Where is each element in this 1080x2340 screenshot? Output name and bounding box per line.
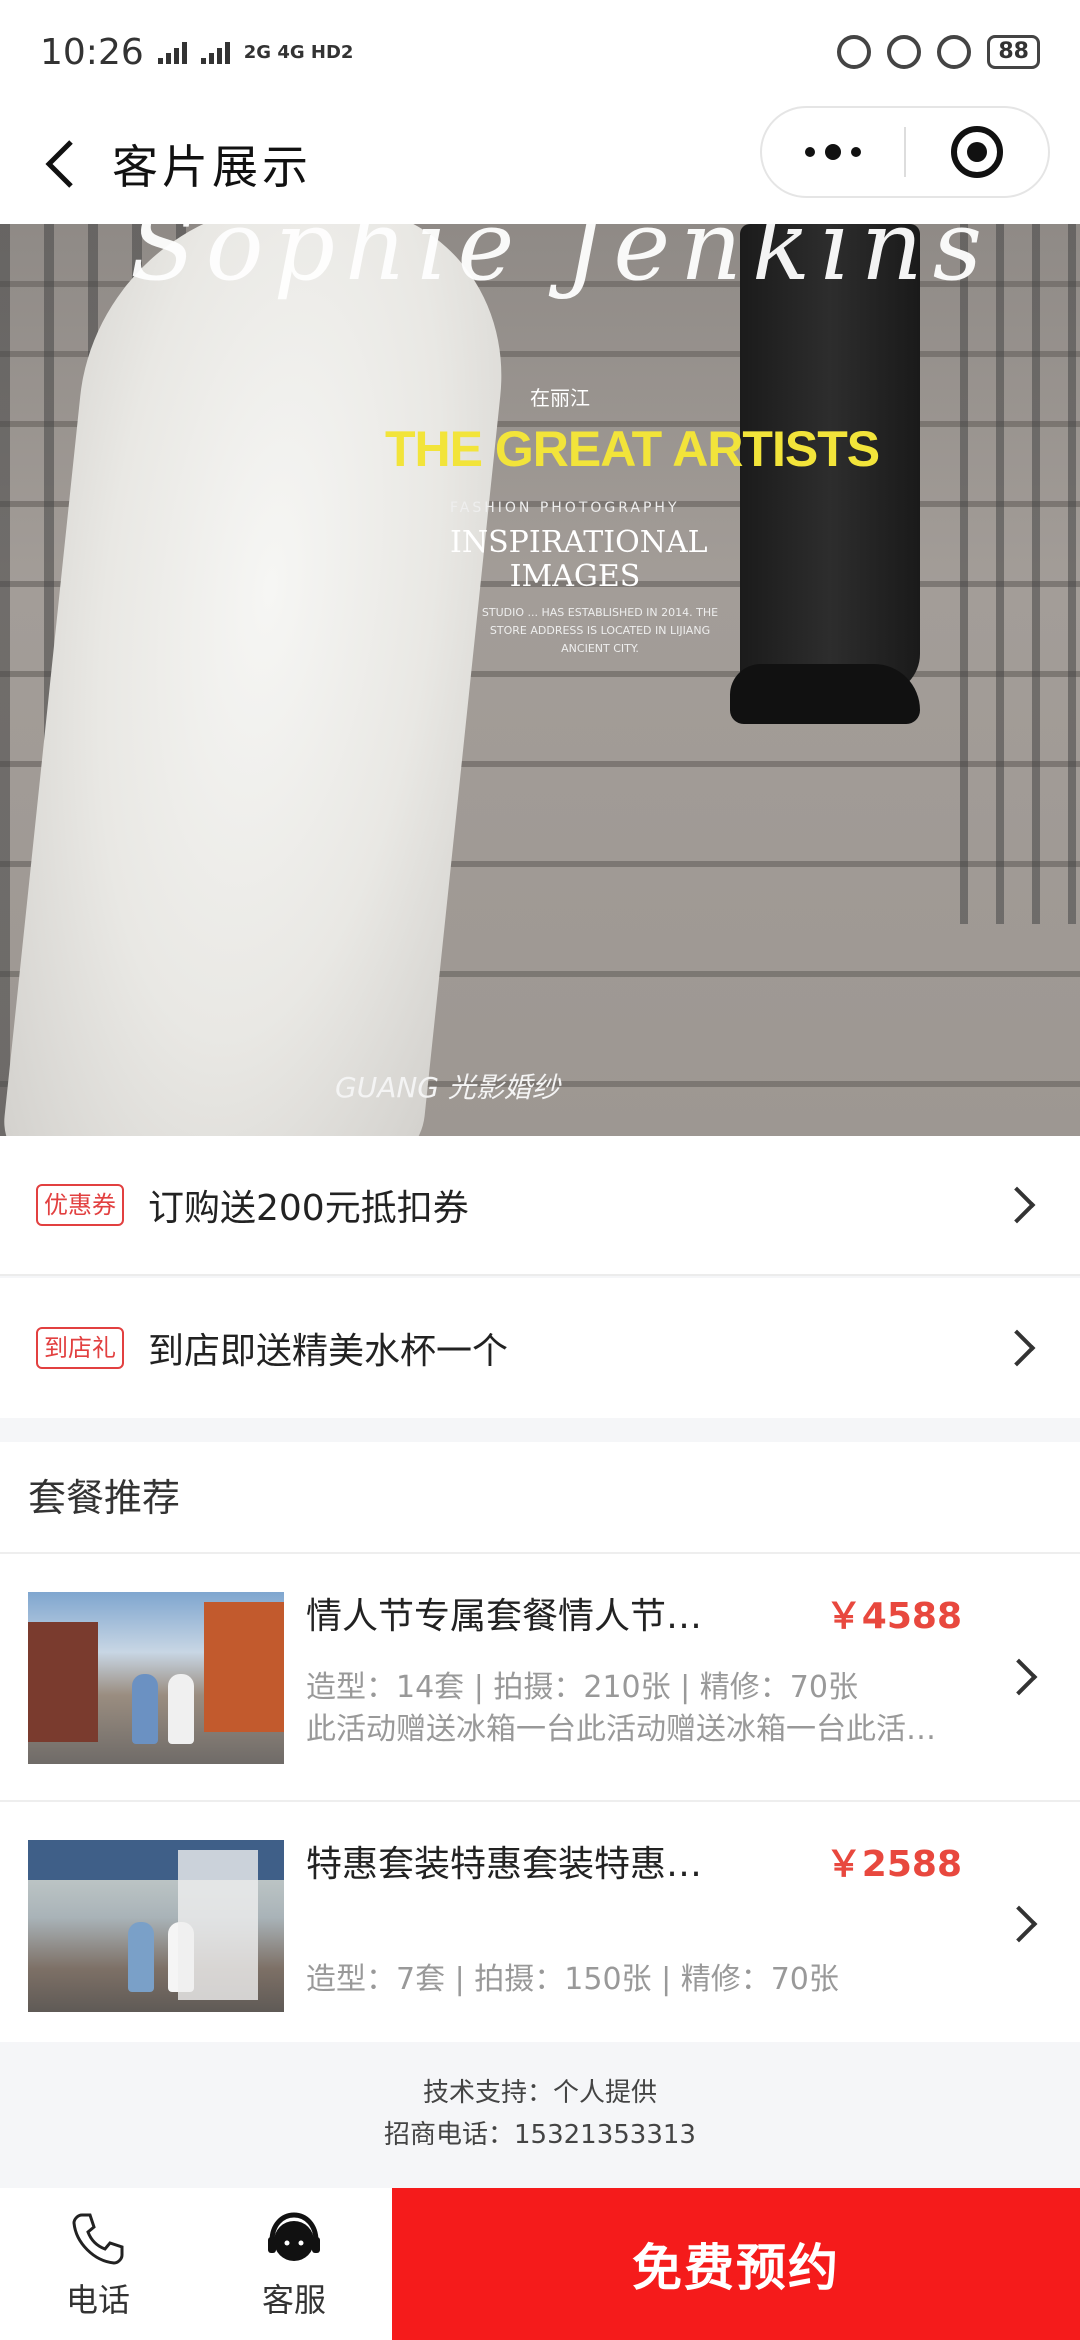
package-item[interactable]: 特惠套装特惠套装特惠套装 ￥2588 造型：7套 | 拍摄：150张 | 精修：… xyxy=(0,1800,1080,2046)
customer-service-button[interactable]: 客服 xyxy=(196,2188,392,2340)
package-thumbnail xyxy=(28,1592,284,1764)
package-price: ￥2588 xyxy=(825,1844,962,1885)
figure-shape xyxy=(168,1674,194,1744)
lock-icon xyxy=(887,35,922,69)
figure-shape xyxy=(132,1674,158,1744)
chevron-right-icon xyxy=(998,1186,1036,1224)
coupon-tag: 优惠券 xyxy=(36,1184,124,1226)
tech-support-text: 技术支持：个人提供 xyxy=(422,2078,657,2108)
service-label: 客服 xyxy=(261,2281,326,2319)
package-desc: 此活动赠送冰箱一台此活动赠送冰箱一台此活动赠送冰箱一台 xyxy=(306,1712,956,1747)
chevron-right-icon xyxy=(998,1329,1036,1367)
gift-tag: 到店礼 xyxy=(36,1327,124,1369)
section-title: 套餐推荐 xyxy=(0,1442,1080,1554)
more-icon[interactable] xyxy=(762,108,904,196)
banner-small-text: STUDIO ... HAS ESTABLISHED IN 2014. THE … xyxy=(481,606,719,655)
phone-button[interactable]: 电话 xyxy=(0,2188,196,2340)
signal-icon xyxy=(157,40,187,64)
alarm-icon xyxy=(937,35,972,69)
package-item[interactable]: 情人节专属套餐情人节专属套餐 ￥4588 造型：14套 | 拍摄：210张 | … xyxy=(0,1554,1080,1800)
package-thumbnail xyxy=(28,1840,284,2012)
status-time: 10:26 xyxy=(40,31,144,73)
close-target-icon[interactable] xyxy=(906,108,1048,196)
free-booking-button[interactable]: 免费预约 xyxy=(392,2188,1080,2340)
page: 10:26 2G 4G HD2 88 客片展示 Sophie Jenkins 在… xyxy=(0,0,1080,2340)
groom-shoe xyxy=(730,664,920,724)
banner-headline: THE GREAT ARTISTS xyxy=(385,421,880,477)
phone-icon xyxy=(72,2213,124,2265)
network-type: 2G 4G HD2 xyxy=(243,41,354,63)
package-name: 情人节专属套餐情人节专属套餐 xyxy=(306,1596,736,1637)
mini-program-capsule xyxy=(760,106,1050,198)
nav-bar: 客片展示 xyxy=(0,104,1080,224)
footer: 技术支持：个人提供 招商电话：15321353313 xyxy=(0,2042,1080,2188)
package-section: 套餐推荐 情人节专属套餐情人节专属套餐 ￥4588 造型：14套 | 拍摄：21… xyxy=(0,1442,1080,2042)
railing-right xyxy=(960,224,1080,924)
business-phone-text[interactable]: 招商电话：15321353313 xyxy=(0,2114,1080,2156)
banner-inspirational: INSPIRATIONAL IMAGES xyxy=(450,525,708,594)
phone-label: 电话 xyxy=(65,2281,130,2319)
page-title: 客片展示 xyxy=(112,140,312,194)
status-bar: 10:26 2G 4G HD2 88 xyxy=(0,0,1080,104)
package-spec: 造型：7套 | 拍摄：150张 | 精修：70张 xyxy=(306,1962,839,1997)
gift-text: 到店即送精美水杯一个 xyxy=(148,1331,509,1372)
figure-shape xyxy=(128,1922,154,1992)
package-name: 特惠套装特惠套装特惠套装 xyxy=(306,1844,736,1885)
banner-location: 在丽江 xyxy=(530,386,590,410)
promo-coupon-row[interactable]: 优惠券 订购送200元抵扣券 xyxy=(0,1136,1080,1276)
headset-icon xyxy=(268,2212,320,2261)
package-price: ￥4588 xyxy=(825,1596,962,1637)
coupon-text: 订购送200元抵扣券 xyxy=(148,1188,469,1229)
figure-shape xyxy=(168,1922,194,1992)
mute-icon xyxy=(837,35,872,69)
bottom-action-bar: 电话 客服 免费预约 xyxy=(0,2188,1080,2340)
banner-script-text: Sophie Jenkins xyxy=(130,224,992,302)
promo-gift-row[interactable]: 到店礼 到店即送精美水杯一个 xyxy=(0,1278,1080,1418)
back-icon[interactable] xyxy=(16,104,106,224)
signal-4g-icon xyxy=(200,40,230,64)
banner-brand: GUANG 光影婚纱 xyxy=(335,1071,560,1104)
battery-indicator: 88 xyxy=(987,35,1040,69)
banner-fashion: FASHION PHOTOGRAPHY xyxy=(450,500,680,516)
package-spec: 造型：14套 | 拍摄：210张 | 精修：70张 xyxy=(306,1670,858,1705)
banner-image[interactable]: Sophie Jenkins 在丽江 THE GREAT ARTISTS FAS… xyxy=(0,224,1080,1136)
